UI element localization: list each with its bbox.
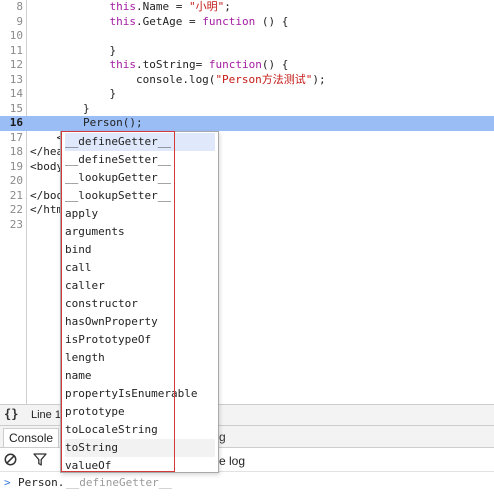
line-number[interactable]: 12	[0, 58, 23, 73]
line-code: </boo	[30, 189, 63, 204]
code-token: </boo	[30, 188, 64, 202]
line-number[interactable]: 11	[0, 44, 23, 59]
code-line[interactable]: 9 this.GetAge = function () {	[0, 15, 494, 30]
code-token: }	[30, 101, 90, 115]
code-token: console.log(	[30, 72, 216, 86]
autocomplete-item[interactable]: toLocaleString	[65, 421, 215, 439]
line-code: }	[30, 102, 90, 117]
string-token: "Person方法测试"	[215, 72, 313, 86]
code-token: <	[30, 130, 64, 144]
autocomplete-item[interactable]: constructor	[65, 295, 215, 313]
pretty-print-icon[interactable]: {}	[4, 407, 18, 421]
line-code: this.toString= function() {	[30, 58, 288, 73]
line-code: Person();	[30, 116, 143, 131]
line-number[interactable]: 22	[0, 203, 23, 218]
code-token: }	[30, 43, 117, 57]
line-number[interactable]: 9	[0, 15, 23, 30]
code-token: </htm	[30, 203, 64, 216]
tab-obscured[interactable]: g	[219, 430, 226, 444]
code-line[interactable]: 8 this.Name = "小明";	[0, 0, 494, 15]
line-number[interactable]: 18	[0, 145, 23, 160]
autocomplete-item[interactable]: __lookupSetter__	[65, 187, 215, 205]
autocomplete-item[interactable]: __defineSetter__	[65, 151, 215, 169]
autocomplete-item[interactable]: arguments	[65, 223, 215, 241]
code-token: );	[312, 72, 326, 86]
autocomplete-item[interactable]: name	[65, 367, 215, 385]
line-code: </hea	[30, 145, 63, 160]
keyword-token: this	[109, 0, 136, 13]
autocomplete-item[interactable]: hasOwnProperty	[65, 313, 215, 331]
code-token: <body	[30, 159, 64, 173]
line-number[interactable]: 14	[0, 87, 23, 102]
cursor-position: Line 1	[31, 409, 61, 421]
line-number[interactable]: 16	[0, 116, 23, 131]
line-number[interactable]: 23	[0, 218, 23, 233]
keyword-token: function	[202, 14, 256, 28]
autocomplete-item[interactable]: toString	[65, 439, 215, 457]
line-code: this.Name = "小明";	[30, 0, 231, 15]
code-token: () {	[255, 14, 289, 28]
code-token: .toString=	[135, 58, 209, 71]
code-line-active[interactable]: 16 Person();	[0, 116, 494, 131]
line-code: <	[30, 131, 63, 146]
autocomplete-item[interactable]: __lookupGetter__	[65, 169, 215, 187]
autocomplete-popup[interactable]: __defineGetter__ __defineSetter__ __lookup…	[60, 131, 219, 473]
autocomplete-item[interactable]: bind	[65, 241, 215, 259]
code-token: .Name =	[135, 0, 189, 13]
string-token: "小明"	[188, 0, 225, 13]
prompt-arrow-icon: >	[4, 476, 11, 489]
code-token: }	[30, 87, 117, 100]
autocomplete-item[interactable]: propertyIsEnumerable	[65, 385, 215, 403]
line-number[interactable]: 10	[0, 29, 23, 44]
console-prompt[interactable]: > Person. __defineGetter__	[0, 473, 494, 493]
code-token: </hea	[30, 145, 64, 158]
filter-icon[interactable]	[33, 453, 47, 466]
line-number[interactable]: 21	[0, 189, 23, 204]
inline-completion-hint: __defineGetter__	[66, 476, 172, 489]
code-token: Person();	[30, 116, 143, 129]
autocomplete-item[interactable]: prototype	[65, 403, 215, 421]
line-number[interactable]: 17	[0, 131, 23, 146]
autocomplete-item[interactable]: length	[65, 349, 215, 367]
code-token: () {	[261, 58, 289, 71]
line-code: }	[30, 87, 116, 102]
line-number[interactable]: 13	[0, 73, 23, 88]
line-code: <body	[30, 160, 63, 175]
line-number[interactable]: 20	[0, 174, 23, 189]
code-line[interactable]: 15 }	[0, 102, 494, 117]
code-line[interactable]: 14 }	[0, 87, 494, 102]
line-code: }	[30, 44, 116, 59]
autocomplete-item[interactable]: caller	[65, 277, 215, 295]
tab-console[interactable]: Console	[3, 428, 60, 447]
line-code: console.log("Person方法测试");	[30, 73, 326, 88]
keyword-token: function	[208, 58, 262, 71]
code-token: .GetAge =	[135, 14, 203, 28]
autocomplete-item[interactable]: isPrototypeOf	[65, 331, 215, 349]
toolbar-option-obscured[interactable]: e log	[219, 454, 245, 468]
code-line[interactable]: 11 }	[0, 44, 494, 59]
autocomplete-item[interactable]: __defineGetter__	[65, 133, 215, 151]
clear-console-icon[interactable]	[4, 453, 17, 466]
autocomplete-item[interactable]: valueOf	[65, 457, 215, 475]
autocomplete-item[interactable]: apply	[65, 205, 215, 223]
code-line[interactable]: 10	[0, 29, 494, 44]
code-line[interactable]: 13 console.log("Person方法测试");	[0, 73, 494, 88]
console-input[interactable]: Person.	[18, 476, 64, 489]
code-line[interactable]: 12 this.toString= function() {	[0, 58, 494, 73]
line-number[interactable]: 15	[0, 102, 23, 117]
code-token: ;	[224, 0, 231, 13]
autocomplete-item[interactable]: call	[65, 259, 215, 277]
keyword-token: this	[109, 58, 136, 71]
line-number[interactable]: 19	[0, 160, 23, 175]
line-code: this.GetAge = function () {	[30, 15, 288, 30]
keyword-token: this	[109, 14, 136, 28]
line-code: </htm	[30, 203, 63, 218]
line-number[interactable]: 8	[0, 0, 23, 15]
